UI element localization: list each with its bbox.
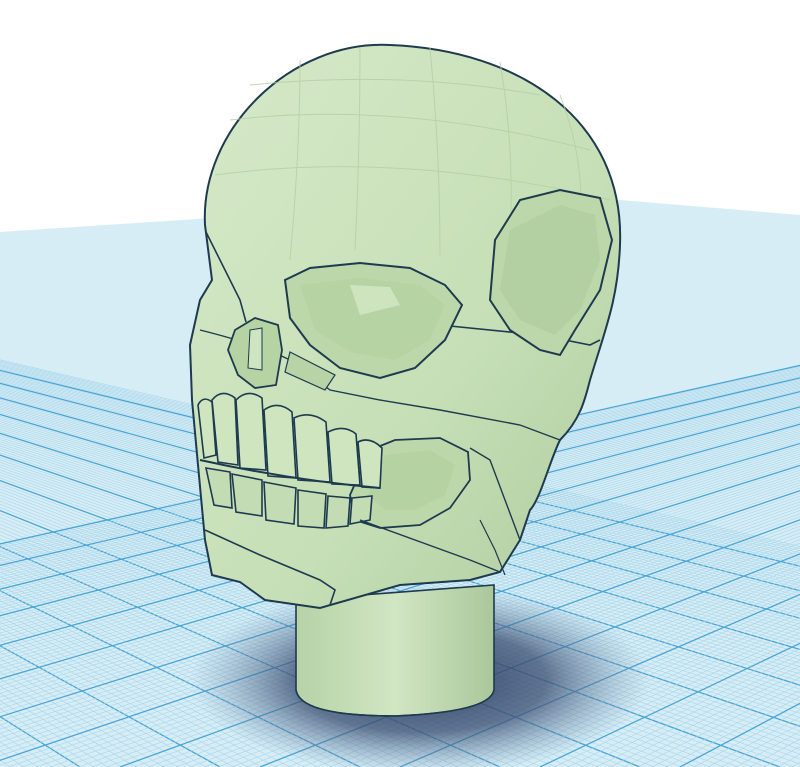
scene-canvas[interactable] [0, 0, 800, 767]
3d-viewport[interactable] [0, 0, 800, 767]
